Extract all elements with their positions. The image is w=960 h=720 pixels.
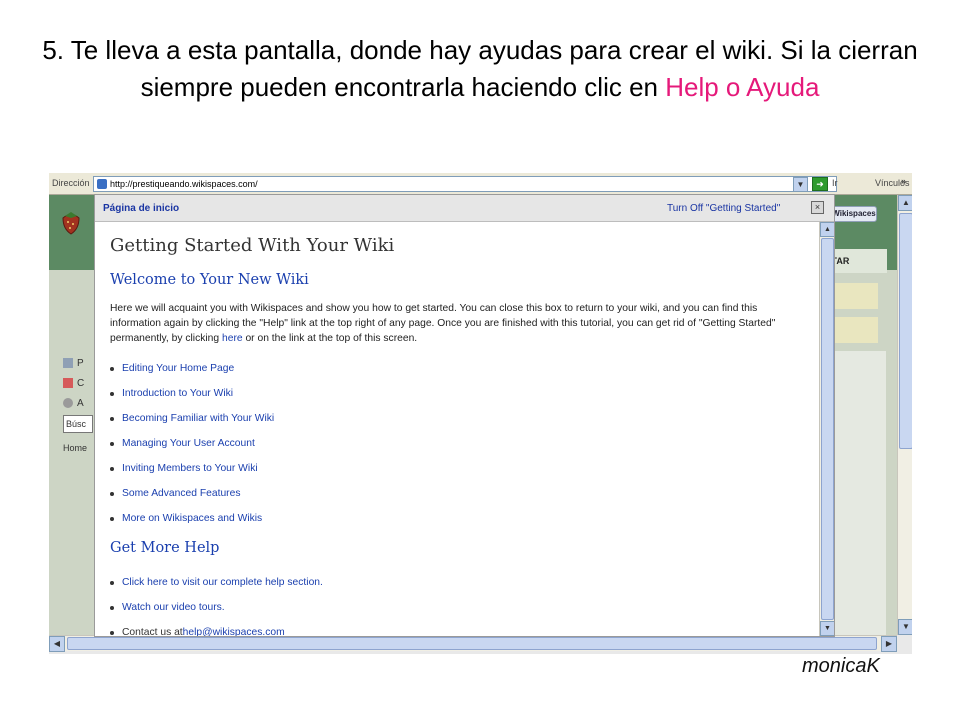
here-link[interactable]: here xyxy=(222,333,243,344)
dialog-header: Página de inicio Turn Off "Getting Start… xyxy=(95,195,834,222)
browser-screenshot: Dirección http://prestiqueando.wikispace… xyxy=(49,173,912,654)
dialog-title: Página de inicio xyxy=(103,203,180,214)
bullet-icon xyxy=(110,366,114,371)
contact-text: Contact us at xyxy=(122,627,183,636)
gear-icon xyxy=(63,398,73,408)
help-links-list: Click here to visit our complete help se… xyxy=(110,570,323,636)
topic-link[interactable]: Managing Your User Account xyxy=(122,438,255,449)
topics-list: Editing Your Home Page Introduction to Y… xyxy=(110,356,274,531)
page-horizontal-scrollbar[interactable]: ◀ ▶ xyxy=(49,635,897,652)
intro-paragraph: Here we will acquaint you with Wikispace… xyxy=(110,303,776,344)
slide-title: 5. Te lleva a esta pantalla, donde hay a… xyxy=(30,32,930,106)
bullet-icon xyxy=(110,491,114,496)
bullet-icon xyxy=(110,516,114,521)
help-section-link[interactable]: Click here to visit our complete help se… xyxy=(122,577,323,588)
list-item: Becoming Familiar with Your Wiki xyxy=(110,406,274,431)
strawberry-logo-icon xyxy=(62,212,80,235)
slide-title-highlight: Help o Ayuda xyxy=(665,72,820,102)
url-text: http://prestiqueando.wikispaces.com/ xyxy=(110,179,258,189)
topic-link[interactable]: Introduction to Your Wiki xyxy=(122,388,233,399)
address-label: Dirección xyxy=(52,178,90,188)
page-vertical-scrollbar[interactable]: ▲ ▼ xyxy=(897,195,912,635)
list-item: Click here to visit our complete help se… xyxy=(110,570,323,595)
bullet-icon xyxy=(110,441,114,446)
bullet-icon xyxy=(110,605,114,610)
url-dropdown-icon[interactable]: ▼ xyxy=(793,177,808,192)
page-icon xyxy=(63,358,73,368)
topic-link[interactable]: Some Advanced Features xyxy=(122,488,241,499)
scroll-down-icon[interactable]: ▼ xyxy=(820,621,834,636)
topic-link[interactable]: Editing Your Home Page xyxy=(122,363,234,374)
list-item: Editing Your Home Page xyxy=(110,356,274,381)
list-item: Introduction to Your Wiki xyxy=(110,381,274,406)
list-item: Watch our video tours. xyxy=(110,595,323,620)
sidebar-home-link[interactable]: Home xyxy=(63,443,93,453)
scroll-up-icon[interactable]: ▲ xyxy=(898,195,912,211)
scroll-down-icon[interactable]: ▼ xyxy=(898,619,912,635)
scroll-up-icon[interactable]: ▲ xyxy=(820,222,834,237)
sidebar-item[interactable]: A xyxy=(63,393,93,413)
address-bar: Dirección http://prestiqueando.wikispace… xyxy=(49,173,912,195)
page-icon xyxy=(97,179,107,189)
wiki-sidebar: P C A Búsc Home xyxy=(63,353,93,453)
list-item: More on Wikispaces and Wikis xyxy=(110,506,274,531)
welcome-heading: Welcome to Your New Wiki xyxy=(110,272,309,288)
list-item: Contact us at help@wikispaces.com xyxy=(110,620,323,636)
bullet-icon xyxy=(110,416,114,421)
bullet-icon xyxy=(110,630,114,635)
bullet-icon xyxy=(110,466,114,471)
dialog-heading: Getting Started With Your Wiki xyxy=(110,235,395,256)
turn-off-getting-started-link[interactable]: Turn Off "Getting Started" xyxy=(667,203,780,214)
list-item: Inviting Members to Your Wiki xyxy=(110,456,274,481)
contact-email-link[interactable]: help@wikispaces.com xyxy=(183,627,285,636)
scroll-right-icon[interactable]: ▶ xyxy=(881,636,897,652)
video-tours-link[interactable]: Watch our video tours. xyxy=(122,602,225,613)
bullet-icon xyxy=(110,580,114,585)
calendar-icon xyxy=(63,378,73,388)
list-item: Some Advanced Features xyxy=(110,481,274,506)
go-button[interactable]: Ir xyxy=(832,178,838,188)
scroll-thumb[interactable] xyxy=(821,238,834,620)
url-field[interactable]: http://prestiqueando.wikispaces.com/ xyxy=(93,176,837,192)
search-input[interactable]: Búsc xyxy=(63,415,93,433)
dialog-scrollbar[interactable]: ▲ ▼ xyxy=(819,222,834,636)
topic-link[interactable]: Becoming Familiar with Your Wiki xyxy=(122,413,274,424)
author-signature: monicaK xyxy=(802,655,880,677)
bullet-icon xyxy=(110,391,114,396)
go-arrow-icon[interactable]: ➜ xyxy=(812,177,828,191)
wikispaces-button[interactable]: Wikispaces xyxy=(831,206,877,222)
more-help-heading: Get More Help xyxy=(110,540,220,556)
close-icon[interactable]: × xyxy=(811,201,824,214)
getting-started-dialog: Página de inicio Turn Off "Getting Start… xyxy=(94,194,835,637)
scroll-thumb[interactable] xyxy=(899,213,912,449)
topic-link[interactable]: More on Wikispaces and Wikis xyxy=(122,513,262,524)
list-item: Managing Your User Account xyxy=(110,431,274,456)
dialog-body: Getting Started With Your Wiki Welcome t… xyxy=(95,222,818,636)
sidebar-item[interactable]: P xyxy=(63,353,93,373)
scroll-thumb[interactable] xyxy=(67,637,877,650)
scroll-left-icon[interactable]: ◀ xyxy=(49,636,65,652)
sidebar-item[interactable]: C xyxy=(63,373,93,393)
toolbar-more-icon[interactable]: » xyxy=(901,176,906,186)
topic-link[interactable]: Inviting Members to Your Wiki xyxy=(122,463,258,474)
